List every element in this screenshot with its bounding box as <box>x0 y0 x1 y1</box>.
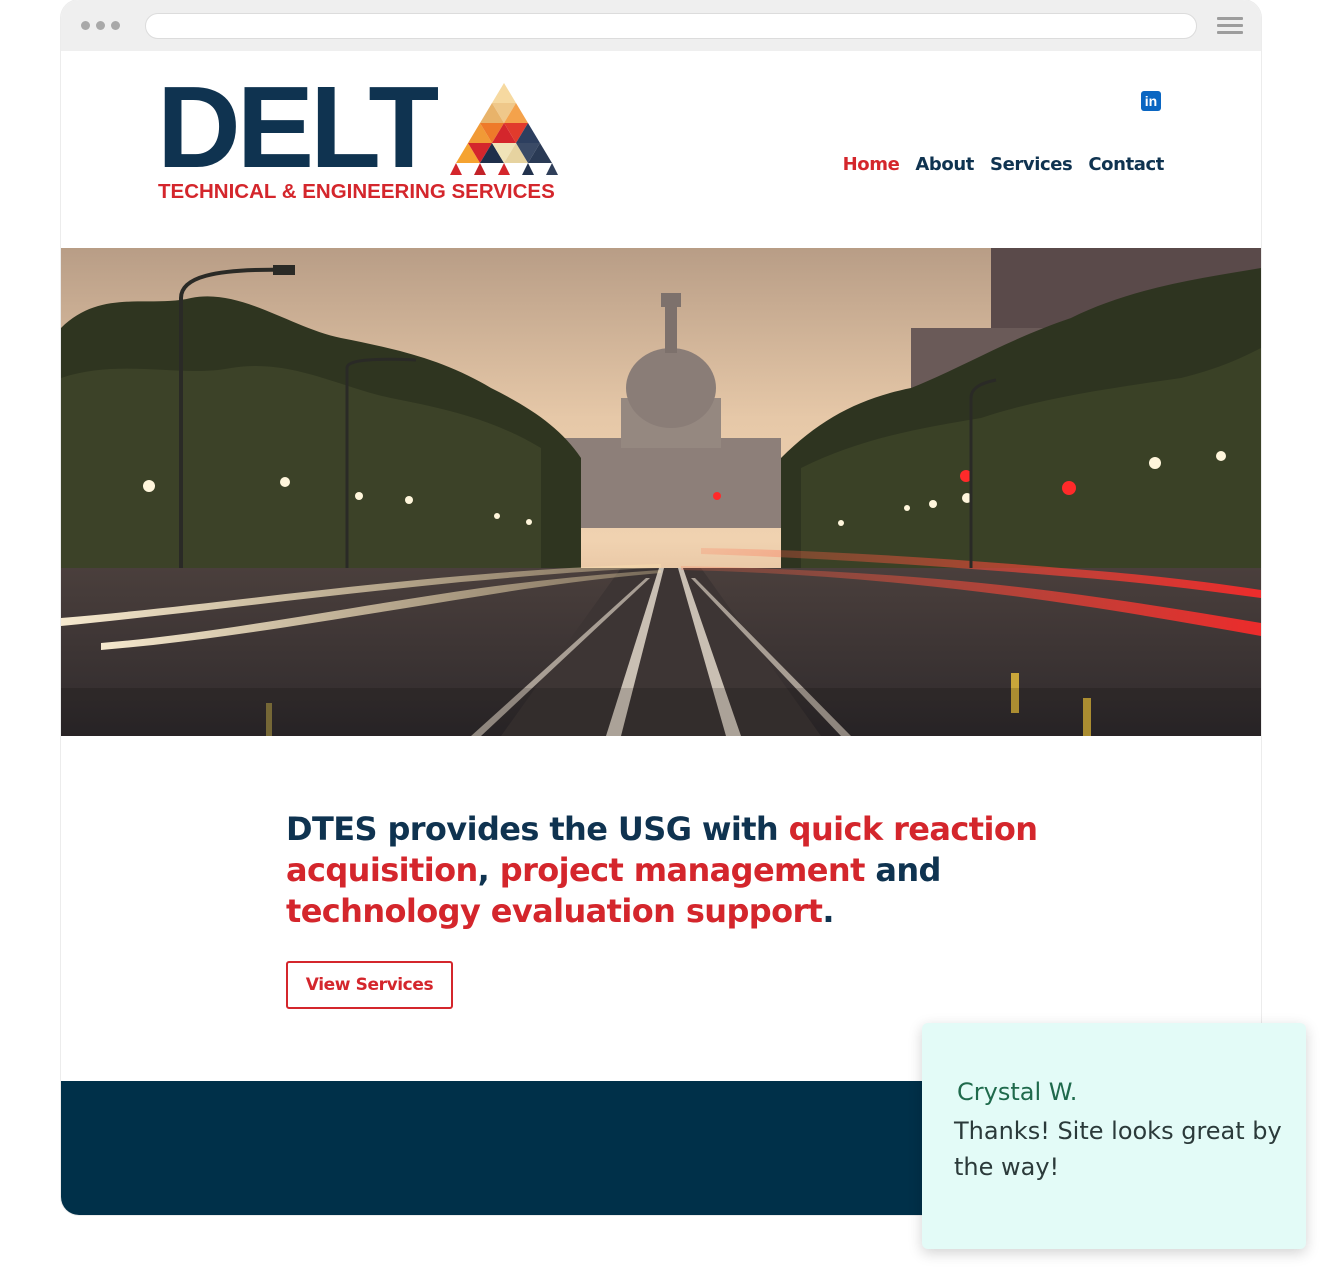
testimonial-card: Crystal W. Thanks! Site looks great by t… <box>922 1023 1306 1249</box>
linkedin-label: in <box>1144 93 1158 109</box>
headline-text: DTES provides the USG with <box>286 810 789 848</box>
testimonial-quote: Thanks! Site looks great by the way! <box>954 1117 1282 1181</box>
nav-item-contact[interactable]: Contact <box>1088 154 1164 175</box>
hero-image <box>61 248 1261 736</box>
linkedin-icon[interactable]: in <box>1141 91 1161 111</box>
logo-wordmark: DELT <box>157 62 439 192</box>
capitol-street-photo <box>61 248 1261 736</box>
company-logo[interactable]: DELT TECHNICAL & ENGINEERING SERVICES <box>157 69 559 205</box>
window-dot-icon[interactable] <box>111 21 120 30</box>
site-header: DELT TECHNICAL & ENGINEERING SERVICES in… <box>61 51 1261 248</box>
nav-item-services[interactable]: Services <box>990 154 1073 175</box>
hamburger-menu-icon[interactable] <box>1217 17 1243 35</box>
nav-item-home[interactable]: Home <box>843 154 900 175</box>
headline-text: . <box>822 892 834 930</box>
testimonial-author: Crystal W. <box>957 1078 1078 1106</box>
view-services-button[interactable]: View Services <box>286 961 453 1009</box>
headline-text: , <box>477 851 500 889</box>
window-dot-icon[interactable] <box>96 21 105 30</box>
intro-headline: DTES provides the USG with quick reactio… <box>286 809 1076 932</box>
nav-item-about[interactable]: About <box>915 154 974 175</box>
main-navigation: Home About Services Contact <box>843 154 1165 175</box>
window-controls <box>81 21 120 30</box>
address-bar[interactable] <box>145 13 1197 39</box>
logo-triangle-icon <box>450 83 558 175</box>
window-dot-icon[interactable] <box>81 21 90 30</box>
headline-text: and <box>864 851 941 889</box>
headline-highlight-project-management: project management <box>499 851 866 889</box>
logo-tagline: TECHNICAL & ENGINEERING SERVICES <box>158 180 555 203</box>
browser-chrome <box>61 0 1261 51</box>
headline-highlight-technology: technology evaluation support <box>286 892 823 930</box>
